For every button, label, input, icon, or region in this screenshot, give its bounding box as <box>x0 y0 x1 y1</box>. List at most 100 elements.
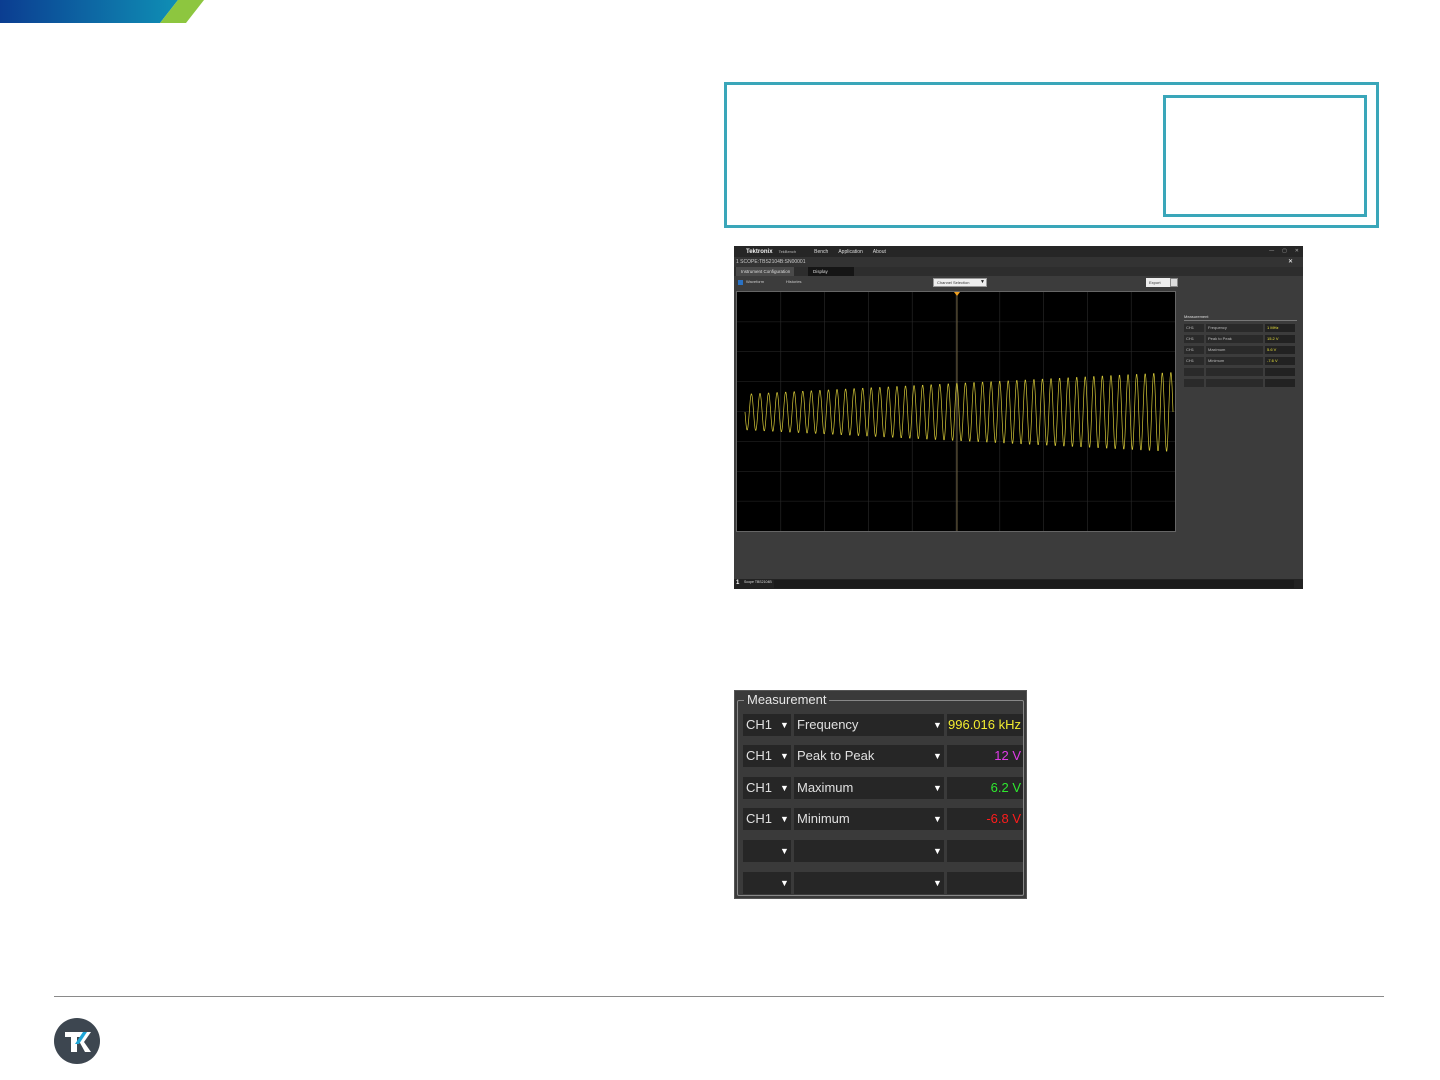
chevron-down-icon: ▼ <box>780 846 789 856</box>
history-label[interactable]: Histories <box>786 279 802 284</box>
measurement-row: CH1 ▼ Peak to Peak ▼ 12 V <box>743 745 1023 767</box>
mini-channel-dropdown[interactable]: CH1 <box>1184 335 1204 343</box>
close-window-button[interactable]: ✕ <box>1295 248 1299 254</box>
title-bar: Tektronix TekBench Bench Application Abo… <box>734 246 1303 257</box>
chevron-down-icon: ▼ <box>780 783 789 793</box>
mini-measurement-value <box>1265 379 1295 387</box>
measurement-row: CH1 ▼ Frequency ▼ 996.016 kHz <box>743 714 1023 736</box>
instrument-index: 1 <box>736 580 740 586</box>
instrument-model: Scope TBS2104B <box>744 580 772 584</box>
menu-bench[interactable]: Bench <box>814 249 828 255</box>
measurement-type-dropdown[interactable]: Minimum <box>794 808 944 830</box>
channel-value: CH1 <box>746 748 773 763</box>
mini-measurement-title: Measurement <box>1184 314 1297 321</box>
channel-value: CH1 <box>746 717 773 732</box>
menu-about[interactable]: About <box>873 249 886 255</box>
chevron-down-icon: ▼ <box>780 720 789 730</box>
mini-measurement-value: 15.2 V <box>1265 335 1295 343</box>
mini-measurement-row: CH1 Peak to Peak 15.2 V <box>1184 335 1297 343</box>
mini-channel-dropdown[interactable] <box>1184 379 1204 387</box>
tab-bar: Instrument Configuration Display <box>734 267 1303 276</box>
chevron-down-icon: ▼ <box>780 751 789 761</box>
status-bar: 1 Scope TBS2104B <box>734 579 1303 589</box>
mini-measurement-row: CH1 Minimum -7.6 V <box>1184 357 1297 365</box>
callout-inner-box <box>1163 95 1367 217</box>
waveform-checkbox[interactable] <box>738 280 743 285</box>
app-subtitle: TekBench <box>778 249 797 254</box>
tab-instrument-configuration[interactable]: Instrument Configuration <box>736 267 794 276</box>
tekbench-window: Tektronix TekBench Bench Application Abo… <box>734 246 1303 589</box>
mini-measurement-row: CH1 Frequency 1 MHz <box>1184 324 1297 332</box>
measurement-value: 6.2 V <box>947 777 1023 799</box>
mini-type-dropdown[interactable] <box>1206 379 1263 387</box>
measurement-type-value: Peak to Peak <box>797 748 875 763</box>
measurement-type-value: Minimum <box>797 811 850 826</box>
channel-selection-dropdown[interactable]: Channel Selection ▼ <box>933 278 987 287</box>
menu-bar: Bench Application About <box>814 249 886 255</box>
mini-channel-dropdown[interactable] <box>1184 368 1204 376</box>
mini-type-dropdown[interactable]: Peak to Peak <box>1206 335 1263 343</box>
measurement-row: CH1 ▼ Maximum ▼ 6.2 V <box>743 777 1023 799</box>
instrument-id: 1 SCOPE:TBS2104B:SN00001 <box>736 259 806 265</box>
waveform-label: Waveform <box>746 279 765 284</box>
maximize-button[interactable]: ▢ <box>1282 248 1287 254</box>
measurement-value: 996.016 kHz <box>947 714 1023 736</box>
menu-application[interactable]: Application <box>838 249 862 255</box>
measurement-panel: Measurement CH1 ▼ Frequency ▼ 996.016 kHz CH1… <box>734 690 1027 899</box>
mini-measurement-value: 5.6 V <box>1265 346 1295 354</box>
mini-type-dropdown[interactable] <box>1206 368 1263 376</box>
mini-channel-dropdown[interactable]: CH1 <box>1184 357 1204 365</box>
footer-divider <box>54 996 1384 997</box>
mini-measurement-row: CH1 Maximum 5.6 V <box>1184 346 1297 354</box>
export-button[interactable] <box>1170 278 1178 287</box>
measurement-value <box>947 872 1023 894</box>
measurement-value: -6.8 V <box>947 808 1023 830</box>
chevron-down-icon: ▼ <box>933 751 942 761</box>
mini-measurement-row <box>1184 368 1297 376</box>
tek-logo-icon <box>54 1018 100 1064</box>
status-strip <box>774 580 1294 588</box>
measurement-type-dropdown[interactable] <box>794 872 944 894</box>
app-logo: Tektronix <box>746 248 773 255</box>
chevron-down-icon: ▼ <box>933 878 942 888</box>
measurement-type-dropdown[interactable]: Peak to Peak <box>794 745 944 767</box>
export-field[interactable]: Export <box>1146 278 1170 287</box>
measurement-value: 12 V <box>947 745 1023 767</box>
measurement-type-dropdown[interactable]: Maximum <box>794 777 944 799</box>
tab-display[interactable]: Display <box>808 267 854 276</box>
measurement-type-dropdown[interactable] <box>794 840 944 862</box>
ch1-trace <box>744 372 1174 452</box>
mini-channel-dropdown[interactable]: CH1 <box>1184 346 1204 354</box>
mini-measurement-value: -7.6 V <box>1265 357 1295 365</box>
mini-measurement-value: 1 MHz <box>1265 324 1295 332</box>
mini-measurement-panel: Measurement CH1 Frequency 1 MHz CH1 Peak to … <box>1184 314 1297 389</box>
instrument-bar: 1 SCOPE:TBS2104B:SN00001 ✕ <box>734 257 1303 267</box>
chevron-down-icon: ▼ <box>933 720 942 730</box>
measurement-type-dropdown[interactable]: Frequency <box>794 714 944 736</box>
measurement-type-value: Maximum <box>797 780 854 795</box>
slide: Tektronix TekBench Bench Application Abo… <box>0 0 1440 1080</box>
channel-selection-value: Channel Selection <box>937 280 970 285</box>
channel-value: CH1 <box>746 780 773 795</box>
mini-measurement-row <box>1184 379 1297 387</box>
trigger-marker[interactable] <box>954 292 960 296</box>
mini-type-dropdown[interactable]: Frequency <box>1206 324 1263 332</box>
measurement-row: ▼ ▼ <box>743 872 1023 894</box>
measurement-row: CH1 ▼ Minimum ▼ -6.8 V <box>743 808 1023 830</box>
toolbar: Waveform Histories Channel Selection ▼ E… <box>734 276 1303 290</box>
chevron-down-icon: ▼ <box>780 814 789 824</box>
measurement-type-value: Frequency <box>797 717 859 732</box>
measurement-title: Measurement <box>744 692 830 707</box>
minimize-button[interactable]: — <box>1269 248 1274 254</box>
mini-type-dropdown[interactable]: Maximum <box>1206 346 1263 354</box>
measurement-row: ▼ ▼ <box>743 840 1023 862</box>
mini-type-dropdown[interactable]: Minimum <box>1206 357 1263 365</box>
window-controls: — ▢ ✕ <box>1269 248 1299 254</box>
mini-channel-dropdown[interactable]: CH1 <box>1184 324 1204 332</box>
waveform-canvas <box>737 292 1175 531</box>
chevron-down-icon: ▼ <box>980 279 985 285</box>
waveform-plot[interactable] <box>736 291 1176 532</box>
chevron-down-icon: ▼ <box>933 783 942 793</box>
close-icon[interactable]: ✕ <box>1288 258 1293 265</box>
mini-measurement-value <box>1265 368 1295 376</box>
